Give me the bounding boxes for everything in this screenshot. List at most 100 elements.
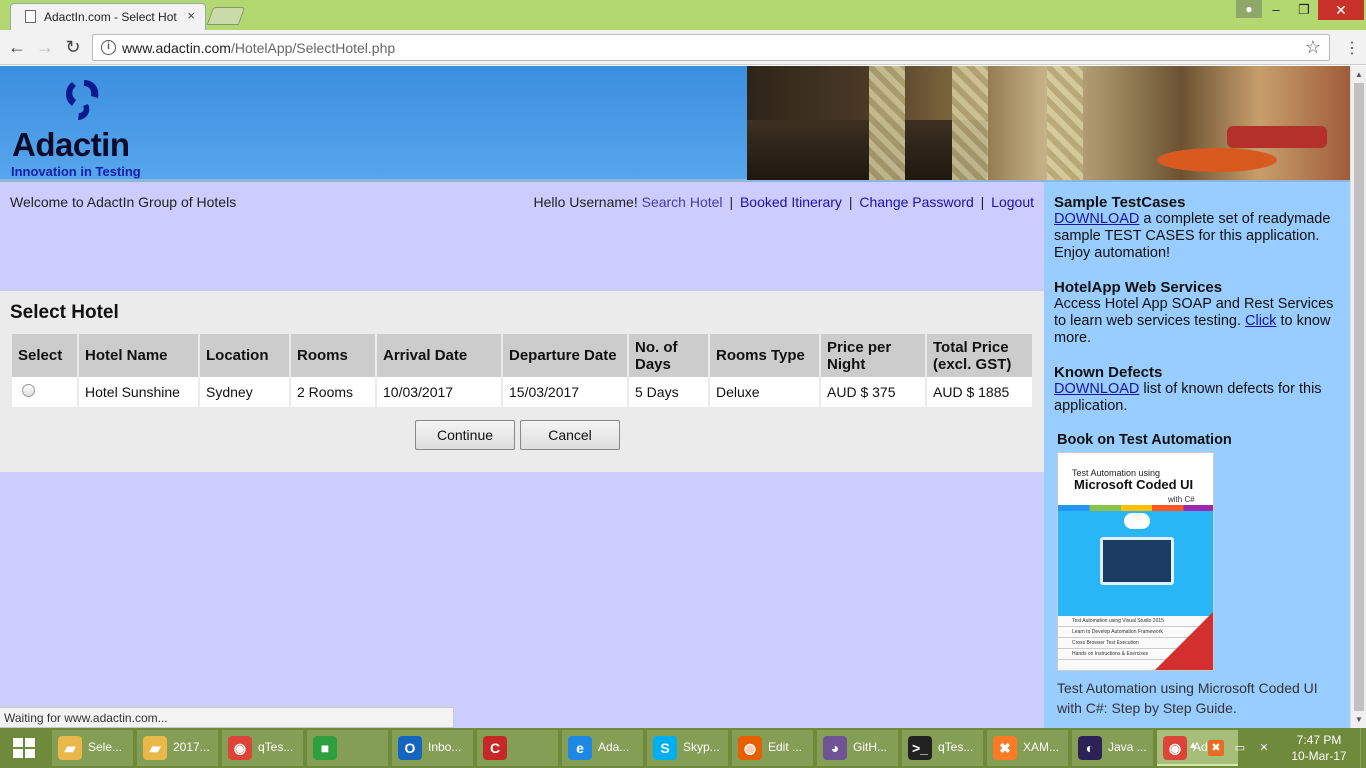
info-icon[interactable]: i xyxy=(101,40,116,55)
logo-tagline: Innovation in Testing xyxy=(11,164,141,179)
banner-pillar xyxy=(1047,66,1083,180)
new-tab-button[interactable] xyxy=(206,7,246,25)
arrival-date-cell: 10/03/2017 xyxy=(377,377,501,407)
taskbar-item[interactable]: ◉ qTes... xyxy=(222,730,303,766)
windows-logo-icon xyxy=(13,738,35,758)
xampp-tray-icon[interactable]: ✖ xyxy=(1208,740,1224,756)
book-cover-corner xyxy=(1155,612,1213,670)
forward-button[interactable]: → xyxy=(34,36,56,58)
browser-titlebar: AdactIn.com - Select Hot × ● – ❐ ✕ xyxy=(0,0,1366,30)
banner-pillar xyxy=(869,66,905,180)
url-text[interactable]: www.adactin.com/HotelApp/SelectHotel.php xyxy=(122,40,395,56)
firefox-icon: ◍ xyxy=(738,736,762,760)
network-icon[interactable]: ▭ xyxy=(1232,740,1248,756)
start-button[interactable] xyxy=(0,728,48,768)
download-testcases-link[interactable]: DOWNLOAD xyxy=(1054,211,1139,227)
taskbar-item[interactable]: ■ xyxy=(307,730,388,766)
rooms-cell: 2 Rooms xyxy=(291,377,375,407)
web-services-click-link[interactable]: Click xyxy=(1245,313,1276,329)
select-hotel-panel: Select Hotel Select Hotel Name Location … xyxy=(0,291,1044,472)
scroll-up-icon[interactable]: ▲ xyxy=(1355,70,1363,79)
nav-separator: | xyxy=(980,194,985,210)
column-header: Departure Date xyxy=(503,334,627,377)
taskbar-item[interactable]: ✖ XAM... xyxy=(987,730,1068,766)
taskbar-item-label: Java ... xyxy=(1108,740,1147,754)
hotel-lobby-banner-image xyxy=(747,66,1350,180)
column-header: Arrival Date xyxy=(377,334,501,377)
taskbar-item[interactable]: O Inbo... xyxy=(392,730,473,766)
column-header: Rooms xyxy=(291,334,375,377)
welcome-text: Welcome to AdactIn Group of Hotels xyxy=(10,194,237,210)
taskbar-item[interactable]: ▰ Sele... xyxy=(52,730,133,766)
banner-sofa xyxy=(1227,126,1327,148)
volume-muted-icon[interactable]: ✕ xyxy=(1256,740,1272,756)
taskbar-item[interactable]: e Ada... xyxy=(562,730,643,766)
select-cell xyxy=(12,377,77,407)
known-defects-heading: Known Defects xyxy=(1054,364,1163,381)
book-cover-image[interactable]: Test Automation using Microsoft Coded UI… xyxy=(1057,452,1214,671)
taskbar-item[interactable]: ◍ Edit ... xyxy=(732,730,813,766)
price-per-night-cell: AUD $ 375 xyxy=(821,377,925,407)
xampp-icon: ✖ xyxy=(993,736,1017,760)
taskbar-item[interactable]: C xyxy=(477,730,558,766)
browser-tab[interactable]: AdactIn.com - Select Hot × xyxy=(10,3,206,30)
booked-itinerary-link[interactable]: Booked Itinerary xyxy=(740,194,842,210)
column-header: Select xyxy=(12,334,77,377)
close-tab-icon[interactable]: × xyxy=(187,8,195,23)
location-cell: Sydney xyxy=(200,377,289,407)
taskbar-item[interactable]: ◐ Java ... xyxy=(1072,730,1153,766)
column-header: No. of Days xyxy=(629,334,708,377)
banner-pillar xyxy=(952,66,988,180)
change-password-link[interactable]: Change Password xyxy=(859,194,973,210)
scroll-thumb[interactable] xyxy=(1354,83,1364,711)
eclipse-icon: ◐ xyxy=(1078,736,1102,760)
folder-icon: ▰ xyxy=(58,736,82,760)
ccleaner-icon: C xyxy=(483,736,507,760)
scroll-down-icon[interactable]: ▼ xyxy=(1355,715,1363,724)
page-scrollbar[interactable]: ▲ ▼ xyxy=(1350,66,1366,728)
hotel-name-cell: Hotel Sunshine xyxy=(79,377,198,407)
select-hotel-radio[interactable] xyxy=(22,384,35,397)
download-defects-link[interactable]: DOWNLOAD xyxy=(1054,381,1139,397)
taskbar-item-label: Ada... xyxy=(598,740,630,754)
table-row: Hotel Sunshine Sydney 2 Rooms 10/03/2017… xyxy=(12,377,1032,407)
continue-button[interactable]: Continue xyxy=(415,420,515,450)
show-hidden-icons-icon[interactable]: ▲ xyxy=(1188,740,1198,751)
status-bubble: Waiting for www.adactin.com... xyxy=(0,707,454,728)
taskbar-item-label: Skyp... xyxy=(683,740,720,754)
taskbar-item-label: XAM... xyxy=(1023,740,1060,754)
taskbar-clock[interactable]: 7:47 PM 10-Mar-17 xyxy=(1284,732,1354,764)
bookmark-star-icon[interactable]: ☆ xyxy=(1305,37,1321,58)
column-header: Rooms Type xyxy=(710,334,819,377)
banner-table xyxy=(1157,148,1277,172)
windows-taskbar: ▰ Sele... ▰ 2017... ◉ qTes... ■ O Inbo... Ce Ada..… xyxy=(0,728,1366,768)
minimize-button[interactable]: – xyxy=(1262,0,1290,20)
skype-icon: S xyxy=(653,736,677,760)
book-heading: Book on Test Automation xyxy=(1057,432,1232,448)
table-header-row: Select Hotel Name Location Rooms Arrival… xyxy=(12,334,1032,377)
logout-link[interactable]: Logout xyxy=(991,194,1034,210)
browser-menu-icon[interactable]: ⋮ xyxy=(1343,38,1361,58)
user-profile-icon[interactable]: ● xyxy=(1236,0,1262,18)
address-bar[interactable]: i www.adactin.com/HotelApp/SelectHotel.p… xyxy=(92,34,1330,61)
chrome-icon: ◉ xyxy=(228,736,252,760)
taskbar-item[interactable]: S Skyp... xyxy=(647,730,728,766)
taskbar-item[interactable]: >_ qTes... xyxy=(902,730,983,766)
search-hotel-link[interactable]: Search Hotel xyxy=(642,194,723,210)
show-desktop-button[interactable] xyxy=(1360,728,1366,768)
outlook-icon: O xyxy=(398,736,422,760)
taskbar-item[interactable]: ◕ GitH... xyxy=(817,730,898,766)
cancel-button[interactable]: Cancel xyxy=(520,420,620,450)
restore-button[interactable]: ❐ xyxy=(1290,0,1318,20)
page-icon xyxy=(25,10,36,23)
web-services-text: Access Hotel App SOAP and Rest Services … xyxy=(1054,296,1340,347)
taskbar-item[interactable]: ▰ 2017... xyxy=(137,730,218,766)
close-window-button[interactable]: ✕ xyxy=(1318,0,1364,20)
reload-button[interactable]: ↻ xyxy=(62,36,84,58)
sample-testcases-heading: Sample TestCases xyxy=(1054,194,1186,211)
adactin-logo[interactable]: Adactin Innovation in Testing xyxy=(10,76,160,179)
room-type-cell: Deluxe xyxy=(710,377,819,407)
github-icon: ◕ xyxy=(823,736,847,760)
back-button[interactable]: ← xyxy=(6,36,28,58)
web-page: Adactin Innovation in Testing Welcome to… xyxy=(0,66,1350,728)
